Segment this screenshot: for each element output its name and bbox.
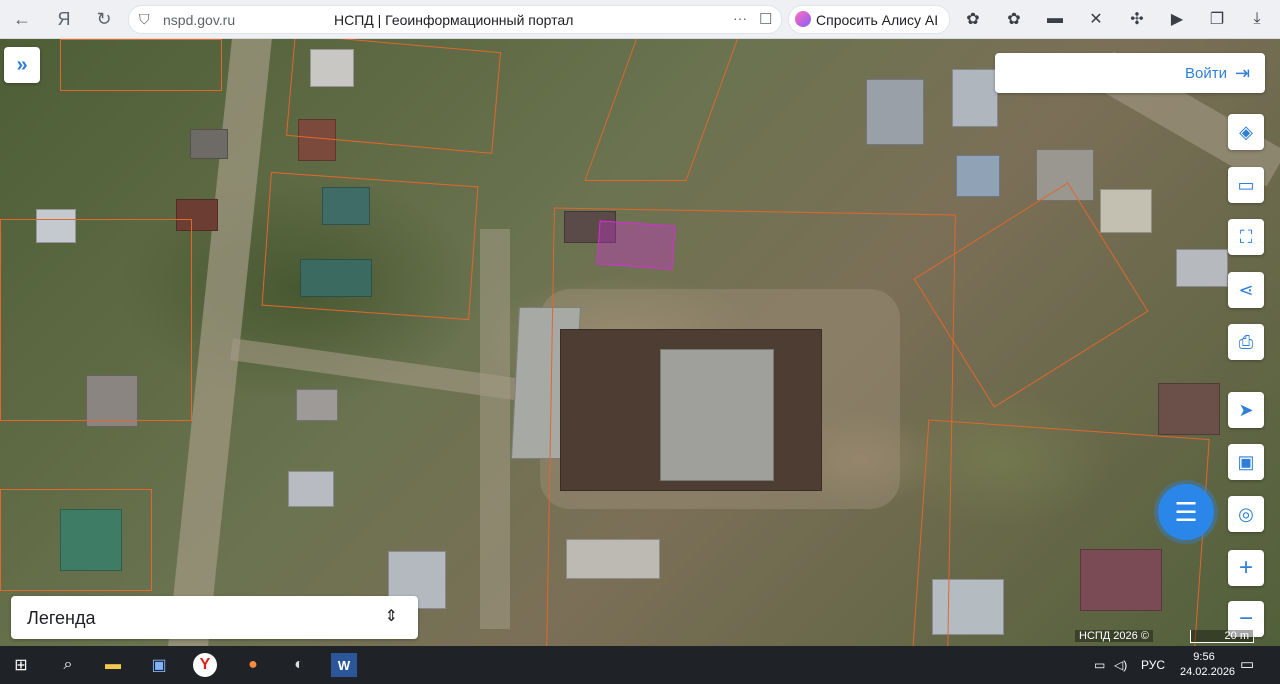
extension-icon[interactable]: ✕ — [1085, 8, 1107, 30]
print-icon: ⎙ — [1238, 331, 1254, 352]
notifications-icon[interactable]: ▭ — [1240, 655, 1254, 673]
extensions-puzzle-icon[interactable]: ✣ — [1126, 8, 1148, 30]
parcel-boundary[interactable] — [584, 39, 742, 181]
chat-icon: ☰ — [1174, 496, 1198, 527]
page-title: НСПД | Геоинформационный портал — [334, 12, 574, 28]
layers-button[interactable]: ◈ — [1228, 114, 1264, 150]
locate-button[interactable]: ➤ — [1228, 392, 1264, 428]
yandex-browser-icon[interactable]: Y — [193, 653, 217, 677]
language-indicator[interactable]: РУС — [1141, 658, 1165, 672]
selected-parcel[interactable] — [596, 220, 676, 270]
area-select-button[interactable]: ⛶ — [1228, 219, 1264, 255]
zoom-in-icon: + — [1238, 554, 1253, 581]
map-canvas[interactable] — [0, 39, 1280, 646]
parcel-boundary[interactable] — [261, 171, 479, 321]
parcel-boundary[interactable] — [0, 219, 192, 421]
address-bar[interactable]: ⛉ nspd.gov.ru НСПД | Геоинформационный п… — [128, 5, 782, 34]
map-attribution: НСПД 2026 © — [1075, 630, 1153, 642]
reload-icon[interactable]: ↻ — [92, 7, 116, 31]
zoom-in-button[interactable]: + — [1228, 550, 1264, 586]
extension-icon[interactable]: ✿ — [962, 8, 984, 30]
legend-panel[interactable]: Легенда ⇕ — [11, 596, 418, 639]
bookmark-icon[interactable]: ☐ — [759, 10, 772, 28]
road — [480, 229, 510, 629]
expand-legend-icon: ⇕ — [384, 608, 398, 625]
legend-label: Легенда — [27, 608, 96, 628]
word-icon[interactable]: W — [331, 653, 357, 677]
extension-icon[interactable]: ▬ — [1044, 8, 1066, 30]
search-location-icon: ◎ — [1238, 503, 1254, 524]
taskbar: ⊞ ⌕ ▬ ▣ Y ● ◐ W ▭ ◁) РУС 9:56 24.02.2026… — [0, 646, 1280, 684]
clock[interactable]: 9:56 24.02.2026 — [1180, 650, 1236, 680]
volume-icon[interactable]: ◁) — [1114, 658, 1127, 672]
locate-icon: ➤ — [1238, 399, 1254, 420]
search-icon[interactable]: ⌕ — [55, 653, 81, 677]
house — [956, 155, 1000, 197]
basemap-icon: ▣ — [1237, 451, 1255, 472]
search-location-button[interactable]: ◎ — [1228, 496, 1264, 532]
ruler-icon: ▭ — [1237, 174, 1255, 195]
parcel-boundary[interactable] — [60, 39, 222, 91]
firefox-icon[interactable]: ● — [240, 653, 266, 677]
parcel-boundary[interactable] — [912, 419, 1210, 646]
house — [866, 79, 924, 145]
house — [1100, 189, 1152, 233]
save-icon[interactable]: ▣ — [146, 653, 172, 677]
url-text: nspd.gov.ru — [163, 12, 236, 28]
time: 9:56 — [1193, 651, 1215, 663]
page-menu-button[interactable]: ··· — [733, 10, 747, 26]
parcel-boundary[interactable] — [285, 39, 502, 154]
house — [952, 69, 998, 127]
share-button[interactable]: ⋖ — [1228, 272, 1264, 308]
site-info-icon[interactable]: ⛉ — [139, 11, 150, 28]
alice-button[interactable]: Спросить Алису AI — [788, 5, 950, 34]
extension-icon[interactable]: ✿ — [1003, 8, 1025, 30]
login-icon: ⇥ — [1235, 63, 1251, 83]
share-icon: ⋖ — [1238, 279, 1254, 300]
parcel-boundary[interactable] — [0, 489, 152, 591]
house — [1158, 383, 1220, 435]
app-icon[interactable]: ◐ — [286, 653, 312, 677]
back-icon[interactable]: ← — [10, 7, 34, 31]
house — [288, 471, 334, 507]
yandex-icon[interactable]: Я — [52, 7, 76, 31]
measure-button[interactable]: ▭ — [1228, 167, 1264, 203]
login-label: Войти — [1185, 65, 1227, 82]
network-icon[interactable]: ▭ — [1094, 658, 1105, 672]
download-icon[interactable]: ⤓ — [1246, 8, 1268, 30]
zoom-out-icon: − — [1238, 605, 1253, 632]
expand-sidebar-button[interactable]: » — [4, 47, 40, 83]
chat-button[interactable]: ☰ — [1158, 484, 1214, 540]
date: 24.02.2026 — [1180, 666, 1236, 678]
media-icon[interactable]: ▶ — [1166, 8, 1188, 30]
parcel-boundary[interactable] — [546, 207, 956, 646]
house — [190, 129, 228, 159]
house — [296, 389, 338, 421]
area-select-icon: ⛶ — [1239, 226, 1253, 247]
login-button[interactable]: Войти ⇥ — [995, 53, 1265, 93]
browser-toolbar: ← Я ↻ ⛉ nspd.gov.ru НСПД | Геоинформацио… — [0, 0, 1280, 39]
alice-icon — [795, 11, 811, 27]
file-explorer-icon[interactable]: ▬ — [100, 653, 126, 677]
alice-label: Спросить Алису AI — [816, 12, 939, 28]
scale-bar: 20 m — [1190, 630, 1254, 643]
print-button[interactable]: ⎙ — [1228, 324, 1264, 360]
layers-icon: ◈ — [1239, 121, 1253, 142]
basemap-button[interactable]: ▣ — [1228, 444, 1264, 480]
start-icon[interactable]: ⊞ — [8, 653, 34, 677]
collections-icon[interactable]: ❐ — [1206, 8, 1228, 30]
house — [1176, 249, 1228, 287]
